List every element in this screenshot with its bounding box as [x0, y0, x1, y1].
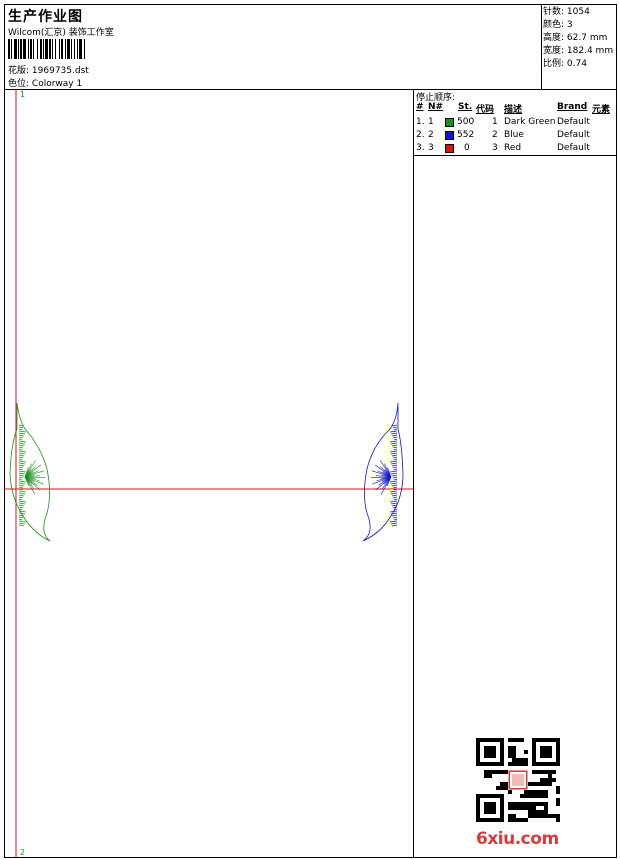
company-name: Wilcom(汇京) 装饰工作室: [8, 28, 114, 38]
color-swatch: [445, 118, 454, 127]
page-title: 生产作业图: [8, 9, 83, 25]
col-stitches-header: St.: [458, 102, 473, 112]
col-description-header: 描述: [504, 105, 523, 115]
watermark-text: 6xiu.com: [476, 829, 559, 849]
design-preview: 1 2: [5, 89, 413, 857]
colorway-label: 色位:: [8, 79, 30, 89]
col-element-header: 元素: [592, 105, 611, 115]
qr-code: [476, 738, 560, 822]
stat-width: 宽度: 182.4 mm: [543, 46, 614, 56]
end-marker: 2: [20, 848, 25, 857]
color-swatch: [445, 131, 454, 140]
color-swatch: [445, 144, 454, 153]
colorway-row: 色位: Colorway 1: [8, 76, 82, 89]
seal-icon: [512, 774, 524, 786]
table-row: 1. 1 500 1 Dark Green Default: [416, 117, 590, 127]
col-brand-header: Brand: [557, 102, 588, 112]
design-value: 1969735.dst: [31, 66, 89, 76]
col-index-header: #: [416, 102, 424, 112]
worksheet-header: 生产作业图 Wilcom(汇京) 装饰工作室 花版: 1969735.dst 色…: [5, 5, 616, 90]
design-row: 花版: 1969735.dst: [8, 63, 89, 76]
stat-colors: 颜色: 3: [543, 20, 573, 30]
stat-stitches: 针数: 1054: [543, 7, 590, 17]
design-label: 花版:: [8, 66, 30, 76]
table-row: 2. 2 552 2 Blue Default: [416, 130, 590, 140]
stat-height: 高度: 62.7 mm: [543, 33, 608, 43]
col-no-header: N#: [428, 102, 444, 112]
start-marker: 1: [20, 90, 25, 99]
blue-leaf-motif: [362, 402, 404, 542]
stats-panel: 针数: 1054 颜色: 3 高度: 62.7 mm 宽度: 182.4 mm …: [541, 5, 616, 89]
colorway-value: Colorway 1: [31, 79, 83, 89]
stop-sequence-table: # N# St. 代码 描述 Brand 元素 1. 1 500 1 Dark …: [414, 102, 617, 156]
table-row: 3. 3 0 3 Red Default: [416, 143, 590, 153]
stat-scale: 比例: 0.74: [543, 59, 587, 69]
production-worksheet: 生产作业图 Wilcom(汇京) 装饰工作室 花版: 1969735.dst 色…: [4, 4, 617, 858]
col-code-header: 代码: [476, 105, 495, 115]
barcode: [8, 39, 85, 59]
